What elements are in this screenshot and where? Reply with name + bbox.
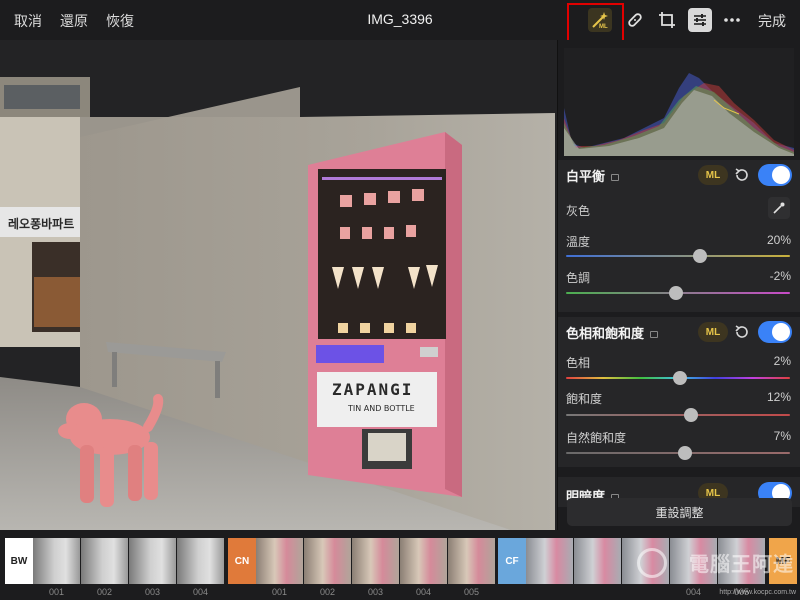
adjustments-panel: 白平衡 ML 灰色 溫度 20% 色調 -2% 色相和飽和度 ML 色相 2% … [557,40,800,530]
temperature-slider[interactable] [566,249,790,263]
hue-saturation-header: 色相和飽和度 [566,317,659,347]
watermark-logo [637,548,667,578]
eyedropper-icon [773,202,785,214]
white-balance-title: 白平衡 [566,168,606,184]
photo-illustration: 레오퐁바파트 ZAPANGI TIN AND BOTTLE [0,77,555,533]
svg-text:TIN AND BOTTLE: TIN AND BOTTLE [347,404,415,413]
filter-label: 005 [463,587,480,597]
filter-label: 003 [367,587,384,597]
vibrance-value: 7% [773,429,791,443]
svg-text:레오퐁바파트: 레오퐁바파트 [8,216,74,231]
hue-knob[interactable] [673,371,688,385]
filter-category-cn[interactable]: CN [228,538,256,584]
cancel-button[interactable]: 取消 [14,11,42,31]
hue-saturation-reset-icon[interactable] [733,323,751,341]
temperature-label: 溫度 [566,235,591,249]
svg-text:ML: ML [599,24,608,30]
filter-label: 004 [415,587,432,597]
filter-thumbnail[interactable] [352,538,399,584]
vibrance-slider[interactable] [566,446,790,460]
filter-filmstrip: BW 001 002 003 004 CN 001 002 003 004 005 CF 004 005 M… [0,530,800,600]
sliders-icon [694,14,706,26]
hue-label: 色相 [566,356,591,370]
saturation-value: 12% [766,390,791,404]
filter-thumbnail[interactable] [304,538,351,584]
crop-button[interactable] [655,8,679,32]
filter-thumbnail[interactable] [448,538,495,584]
photo-canvas[interactable]: 레오퐁바파트 ZAPANGI TIN AND BOTTLE [0,40,557,533]
white-balance-ml-button[interactable]: ML [698,165,728,185]
filter-label: 001 [48,587,65,597]
lock-icon [611,173,620,181]
eyedropper-button[interactable] [768,197,790,219]
done-button[interactable]: 完成 [758,11,786,31]
white-balance-header: 白平衡 [566,160,620,190]
tint-slider[interactable] [566,286,790,300]
top-toolbar: 取消 還原 恢復 IMG_3396 ML 完成 [0,0,800,48]
lock-icon [650,330,659,338]
vibrance-label: 自然飽和度 [566,431,627,445]
filter-thumbnail[interactable] [400,538,447,584]
reset-adjustments-button[interactable]: 重設調整 [567,498,792,526]
white-balance-toggle[interactable] [758,164,792,186]
white-balance-section: 白平衡 ML 灰色 溫度 20% 色調 -2% [558,160,800,312]
saturation-slider[interactable] [566,408,790,422]
temperature-value: 20% [766,233,791,247]
filter-category-cf[interactable]: CF [498,538,526,584]
redo-button[interactable]: 恢復 [106,11,134,31]
filter-label: 004 [192,587,209,597]
filter-thumbnail[interactable] [256,538,303,584]
hue-saturation-ml-button[interactable]: ML [698,322,728,342]
tint-knob[interactable] [668,286,683,300]
filter-category-bw[interactable]: BW [5,538,33,584]
adjust-button[interactable] [688,8,712,32]
filter-thumbnail[interactable] [177,538,224,584]
histogram [564,48,794,156]
histogram-graph [564,73,794,156]
filter-label: 001 [271,587,288,597]
gray-label: 灰色 [566,204,591,218]
hue-saturation-title: 色相和飽和度 [566,325,645,341]
saturation-label: 飽和度 [566,392,603,406]
filter-label: 003 [144,587,161,597]
saturation-knob[interactable] [684,408,699,422]
watermark-url: http://www.kocpc.com.tw [719,589,796,596]
filter-label: 002 [319,587,336,597]
filter-thumbnail[interactable] [526,538,573,584]
crop-icon [659,12,675,28]
hue-saturation-toggle[interactable] [758,321,792,343]
filter-thumbnail[interactable] [129,538,176,584]
filter-label: 004 [685,587,702,597]
vibrance-knob[interactable] [677,446,692,460]
bandage-icon [628,13,642,27]
filter-label: 002 [96,587,113,597]
filter-thumbnail[interactable] [81,538,128,584]
tint-label: 色調 [566,271,591,285]
filter-thumbnail[interactable] [574,538,621,584]
ml-auto-enhance-button[interactable]: ML [588,8,612,32]
tint-value: -2% [769,269,791,283]
svg-text:ZAPANGI: ZAPANGI [332,380,413,399]
hue-saturation-section: 色相和飽和度 ML 色相 2% 飽和度 12% 自然飽和度 7% [558,317,800,467]
photo: 레오퐁바파트 ZAPANGI TIN AND BOTTLE [0,77,557,533]
filter-thumbnail[interactable] [33,538,80,584]
magic-wand-icon: ML [592,12,608,30]
heal-button[interactable] [623,8,647,32]
more-icon [724,18,740,22]
watermark: 電腦王阿達 [689,554,794,576]
hue-slider[interactable] [566,371,790,385]
hue-value: 2% [773,354,791,368]
temperature-knob[interactable] [693,249,708,263]
white-balance-reset-icon[interactable] [733,166,751,184]
more-button[interactable] [720,8,744,32]
revert-button[interactable]: 還原 [60,11,88,31]
